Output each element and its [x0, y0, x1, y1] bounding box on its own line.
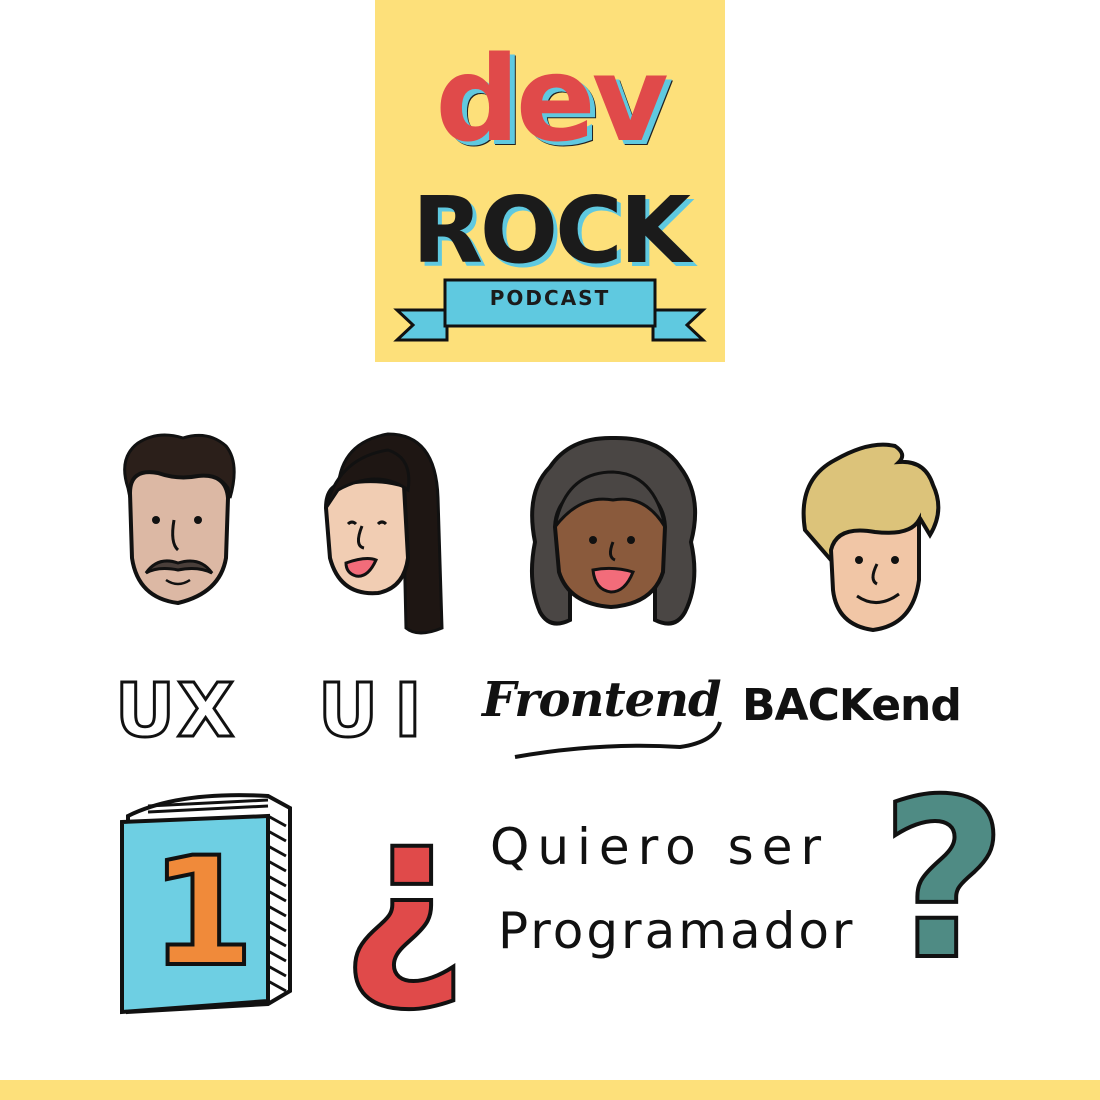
frontend-swash-icon	[514, 721, 722, 759]
role-label-backend: BACKend	[742, 680, 962, 731]
bottom-strip	[0, 1080, 1100, 1100]
role-label-ui: UI	[317, 667, 438, 756]
question-line-1: Quiero ser	[490, 818, 830, 876]
logo-rock-text: ROCK	[412, 177, 691, 284]
blonde-person-face-icon	[801, 442, 941, 633]
logo-dev-text: dev	[435, 30, 668, 168]
man-with-mustache-face-icon	[123, 433, 236, 606]
inverted-question-mark: ¿	[338, 762, 470, 1018]
closing-question-mark: ?	[878, 752, 1010, 1008]
question-line-2: Programador	[498, 902, 856, 960]
woman-long-black-hair-face-icon	[323, 432, 444, 635]
logo-box: dev ROCK PODCAST	[375, 0, 725, 362]
woman-curly-hair-face-icon	[530, 435, 698, 626]
book-number: 1	[148, 826, 256, 1000]
ribbon-banner-icon	[393, 278, 707, 342]
ribbon-label: PODCAST	[489, 286, 611, 310]
role-label-ux: UX	[113, 667, 237, 756]
